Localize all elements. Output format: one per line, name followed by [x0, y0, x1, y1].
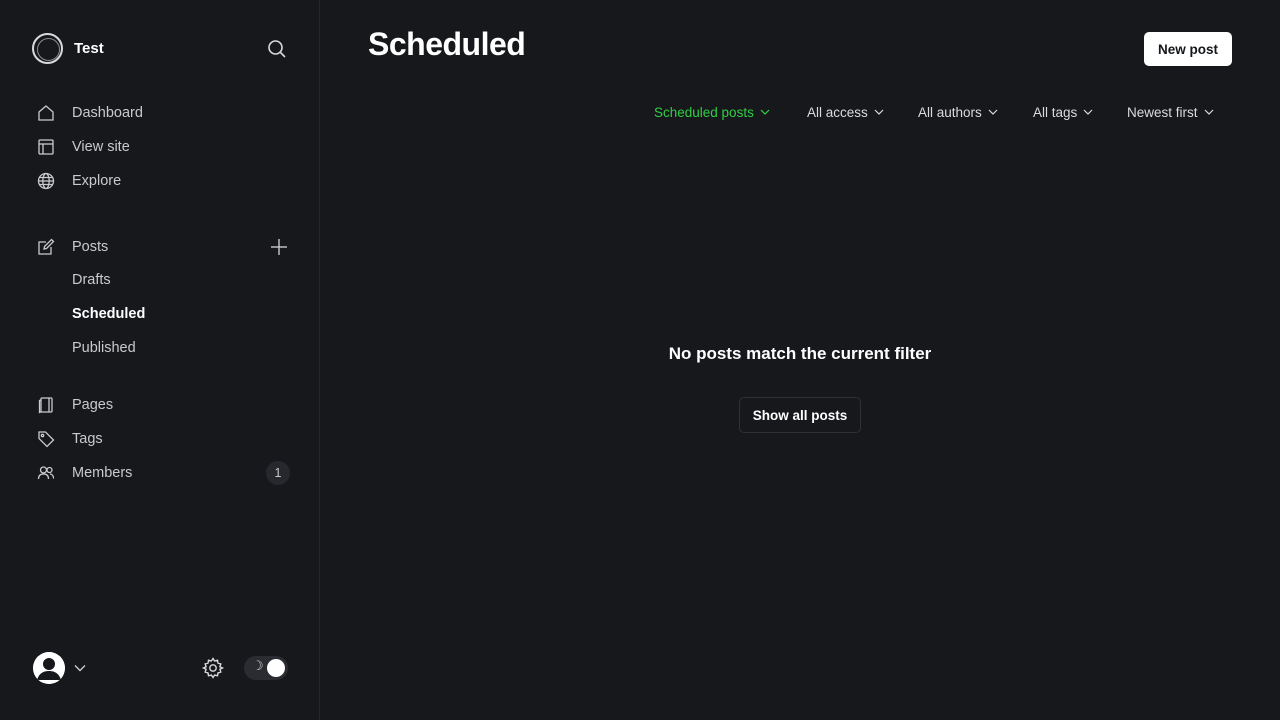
filter-post-type[interactable]: Scheduled posts — [654, 102, 770, 122]
members-count-badge: 1 — [266, 461, 290, 485]
user-avatar[interactable] — [33, 652, 65, 684]
sidebar-item-label: Explore — [72, 173, 122, 189]
sidebar-item-label: Members — [72, 465, 133, 481]
sidebar-item-label: Dashboard — [72, 105, 143, 121]
tag-icon — [36, 429, 56, 449]
add-post-icon[interactable] — [268, 236, 290, 258]
sidebar-item-scheduled[interactable]: Scheduled — [72, 306, 145, 322]
filter-label: All tags — [1033, 104, 1078, 120]
sidebar-item-view-site[interactable]: View site — [36, 135, 290, 159]
chevron-down-icon — [1083, 109, 1093, 115]
page-icon — [36, 395, 56, 415]
filter-sort-order[interactable]: Newest first — [1127, 102, 1214, 122]
site-name: Test — [74, 39, 104, 57]
sidebar-item-label: Posts — [72, 239, 109, 255]
dark-mode-toggle[interactable]: ☽ — [244, 656, 288, 680]
search-icon[interactable] — [265, 37, 289, 61]
sidebar-item-published[interactable]: Published — [72, 340, 136, 356]
sidebar-item-posts[interactable]: Posts — [36, 235, 256, 259]
chevron-down-icon — [1204, 109, 1213, 115]
edit-icon — [36, 237, 56, 257]
settings-gear-icon[interactable] — [201, 656, 225, 680]
sidebar-item-explore[interactable]: Explore — [36, 169, 290, 193]
site-logo-icon — [32, 32, 63, 64]
filter-authors[interactable]: All authors — [918, 102, 998, 122]
sidebar-item-label: Tags — [72, 431, 103, 447]
filter-label: All access — [807, 104, 868, 120]
brand[interactable]: Test — [32, 32, 104, 64]
toggle-knob — [267, 659, 285, 677]
chevron-down-icon[interactable] — [73, 661, 87, 675]
empty-state: No posts match the current filter — [320, 344, 1280, 364]
sidebar: Test Dashboard View site Explore Posts D… — [0, 0, 320, 720]
sidebar-item-label: Pages — [72, 397, 114, 413]
filter-label: All authors — [918, 104, 982, 120]
globe-icon — [36, 171, 56, 191]
sidebar-item-label: View site — [72, 139, 130, 155]
chevron-down-icon — [760, 109, 770, 115]
sidebar-item-pages[interactable]: Pages — [36, 393, 290, 417]
chevron-down-icon — [874, 109, 884, 115]
sidebar-item-drafts[interactable]: Drafts — [72, 272, 111, 288]
members-icon — [36, 463, 56, 483]
sidebar-item-dashboard[interactable]: Dashboard — [36, 101, 290, 125]
filter-label: Scheduled posts — [654, 104, 754, 120]
filter-label: Newest first — [1127, 104, 1198, 120]
home-icon — [36, 103, 56, 123]
sidebar-item-members[interactable]: Members — [36, 461, 256, 485]
filter-access[interactable]: All access — [807, 102, 884, 122]
filter-tags[interactable]: All tags — [1033, 102, 1093, 122]
show-all-posts-button[interactable]: Show all posts — [739, 397, 861, 433]
new-post-button[interactable]: New post — [1144, 32, 1232, 66]
sidebar-item-tags[interactable]: Tags — [36, 427, 290, 451]
page-title: Scheduled — [368, 26, 526, 62]
chevron-down-icon — [988, 109, 998, 115]
moon-icon: ☽ — [252, 659, 264, 674]
empty-state-title: No posts match the current filter — [668, 344, 932, 363]
layout-icon — [36, 137, 56, 157]
